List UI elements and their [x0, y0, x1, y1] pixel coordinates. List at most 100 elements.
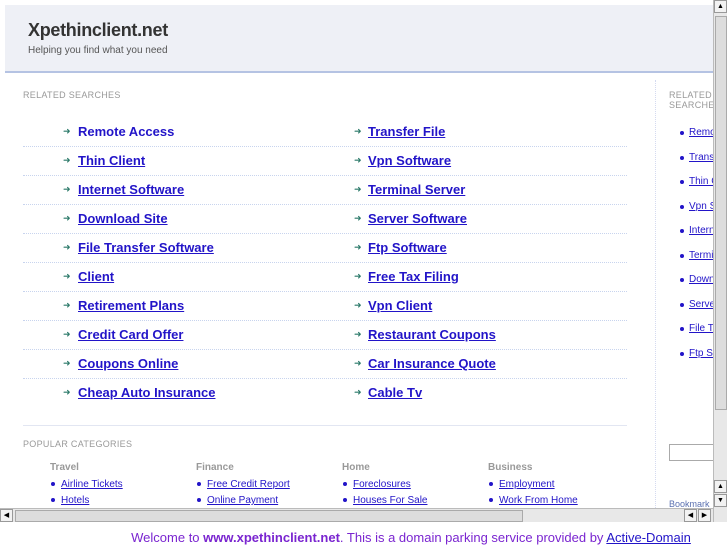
sidebar-link[interactable]: Transfer File — [689, 152, 713, 163]
related-row: ➜ Download Site ➜ Server Software — [23, 205, 627, 234]
sidebar-link[interactable]: Server Software — [689, 299, 713, 310]
category-link[interactable]: Employment — [499, 479, 555, 490]
sidebar-link[interactable]: Internet Software — [689, 225, 713, 236]
category-column: Finance Free Credit Report Online Payment — [196, 462, 336, 508]
arrow-icon: ➜ — [63, 242, 71, 252]
sidebar-item: Transfer File — [680, 152, 713, 163]
related-link[interactable]: Cheap Auto Insurance — [78, 385, 215, 400]
page-viewport: Xpethinclient.net Helping you find what … — [0, 0, 713, 508]
related-link[interactable]: Internet Software — [78, 182, 184, 197]
bullet-icon — [680, 180, 684, 184]
vertical-scroll-thumb[interactable] — [715, 16, 727, 410]
bullet-icon — [680, 155, 684, 160]
sidebar-link[interactable]: Terminal Server — [689, 250, 713, 261]
sidebar-link[interactable]: Thin Client — [689, 176, 713, 187]
sidebar-link[interactable]: File Transfer Software — [689, 323, 713, 334]
category-link[interactable]: Free Credit Report — [207, 479, 290, 490]
parking-footer: Welcome to www.xpethinclient.net. This i… — [0, 522, 727, 545]
bullet-icon — [51, 482, 55, 486]
related-searches-heading: RELATED SEARCHES — [23, 90, 121, 100]
scroll-up-button-lower[interactable]: ▲ — [714, 480, 727, 493]
category-link[interactable]: Foreclosures — [353, 479, 411, 490]
related-link[interactable]: Transfer File — [368, 124, 445, 139]
sidebar-item: File Transfer Software — [680, 323, 713, 334]
arrow-icon: ➜ — [63, 184, 71, 194]
category-name: Finance — [196, 462, 234, 473]
bullet-icon — [51, 498, 55, 502]
related-link[interactable]: File Transfer Software — [78, 240, 214, 255]
related-link[interactable]: Free Tax Filing — [368, 269, 459, 284]
arrow-icon: ➜ — [354, 184, 362, 194]
related-row: ➜ Internet Software ➜ Terminal Server — [23, 176, 627, 205]
arrow-icon: ➜ — [354, 358, 362, 368]
bullet-icon — [680, 229, 684, 233]
related-link[interactable]: Thin Client — [78, 153, 145, 168]
category-link[interactable]: Hotels — [61, 495, 89, 506]
vertical-scrollbar[interactable]: ▲ ▲ ▼ — [713, 0, 727, 522]
category-link[interactable]: Work From Home — [499, 495, 578, 506]
sidebar-item: Remote Access — [680, 127, 713, 138]
related-link[interactable]: Credit Card Offer — [78, 327, 183, 342]
category-link[interactable]: Airline Tickets — [61, 479, 123, 490]
related-row: ➜ Cheap Auto Insurance ➜ Cable Tv — [23, 379, 627, 408]
category-column: Business Employment Work From Home — [488, 462, 628, 508]
scroll-down-button[interactable]: ▼ — [714, 494, 727, 507]
category-column: Home Foreclosures Houses For Sale — [342, 462, 482, 508]
related-link[interactable]: Download Site — [78, 211, 168, 226]
arrow-icon: ➜ — [63, 213, 71, 223]
category-name: Business — [488, 462, 533, 473]
related-link[interactable]: Retirement Plans — [78, 298, 184, 313]
scroll-left-button[interactable]: ◀ — [0, 509, 13, 522]
category-name: Travel — [50, 462, 79, 473]
bookmark-link[interactable]: Bookmark — [669, 499, 710, 508]
sidebar-link[interactable]: Vpn Software — [689, 201, 713, 212]
bullet-icon — [343, 482, 347, 486]
related-link[interactable]: Cable Tv — [368, 385, 422, 400]
related-link[interactable]: Vpn Client — [368, 298, 432, 313]
category-link[interactable]: Online Payment — [207, 495, 278, 506]
related-link[interactable]: Vpn Software — [368, 153, 451, 168]
related-link[interactable]: Server Software — [368, 211, 467, 226]
right-sidebar: RELATED SEARCHES Remote Access Transfer F… — [655, 80, 713, 508]
related-row: ➜ Client ➜ Free Tax Filing — [23, 263, 627, 292]
sidebar-link[interactable]: Remote Access — [689, 127, 713, 138]
bullet-icon — [680, 327, 684, 331]
related-link[interactable]: Terminal Server — [368, 182, 465, 197]
sidebar-item: Thin Client — [680, 176, 713, 187]
category-link[interactable]: Houses For Sale — [353, 495, 427, 506]
sidebar-link[interactable]: Ftp Software — [689, 348, 713, 359]
active-domain-link[interactable]: Active-Domain — [606, 530, 691, 545]
sidebar-link[interactable]: Download Site — [689, 274, 713, 285]
bullet-icon — [197, 498, 201, 502]
related-link[interactable]: Car Insurance Quote — [368, 356, 496, 371]
related-link[interactable]: Coupons Online — [78, 356, 178, 371]
footer-middle: . This is a domain parking service provi… — [339, 530, 607, 545]
scroll-up-button[interactable]: ▲ — [714, 0, 727, 13]
sidebar-item: Internet Software — [680, 225, 713, 236]
sidebar-search-input[interactable] — [669, 444, 713, 461]
popular-categories-heading: POPULAR CATEGORIES — [23, 439, 133, 449]
related-link[interactable]: Restaurant Coupons — [368, 327, 496, 342]
category-column: Travel Airline Tickets Hotels — [50, 462, 190, 508]
horizontal-scrollbar[interactable]: ◀ ◀ ▶ — [0, 508, 713, 522]
related-link[interactable]: Client — [78, 269, 114, 284]
bullet-icon — [489, 498, 493, 502]
arrow-icon: ➜ — [354, 300, 362, 310]
sidebar-item: Terminal Server — [680, 250, 713, 261]
site-title: Xpethinclient.net — [28, 20, 168, 40]
arrow-icon: ➜ — [354, 155, 362, 165]
scroll-left-button-right[interactable]: ◀ — [684, 509, 697, 522]
arrow-icon: ➜ — [63, 155, 71, 165]
related-link[interactable]: Remote Access — [78, 124, 174, 139]
arrow-icon: ➜ — [63, 271, 71, 281]
scroll-right-button[interactable]: ▶ — [698, 509, 711, 522]
footer-prefix: Welcome to — [131, 530, 204, 545]
bullet-icon — [197, 482, 201, 486]
arrow-icon: ➜ — [63, 126, 71, 136]
related-link[interactable]: Ftp Software — [368, 240, 447, 255]
horizontal-scroll-thumb[interactable] — [15, 510, 523, 522]
sidebar-item: Vpn Software — [680, 201, 713, 212]
arrow-icon: ➜ — [63, 300, 71, 310]
bullet-icon — [680, 131, 684, 135]
bullet-icon — [680, 302, 684, 307]
